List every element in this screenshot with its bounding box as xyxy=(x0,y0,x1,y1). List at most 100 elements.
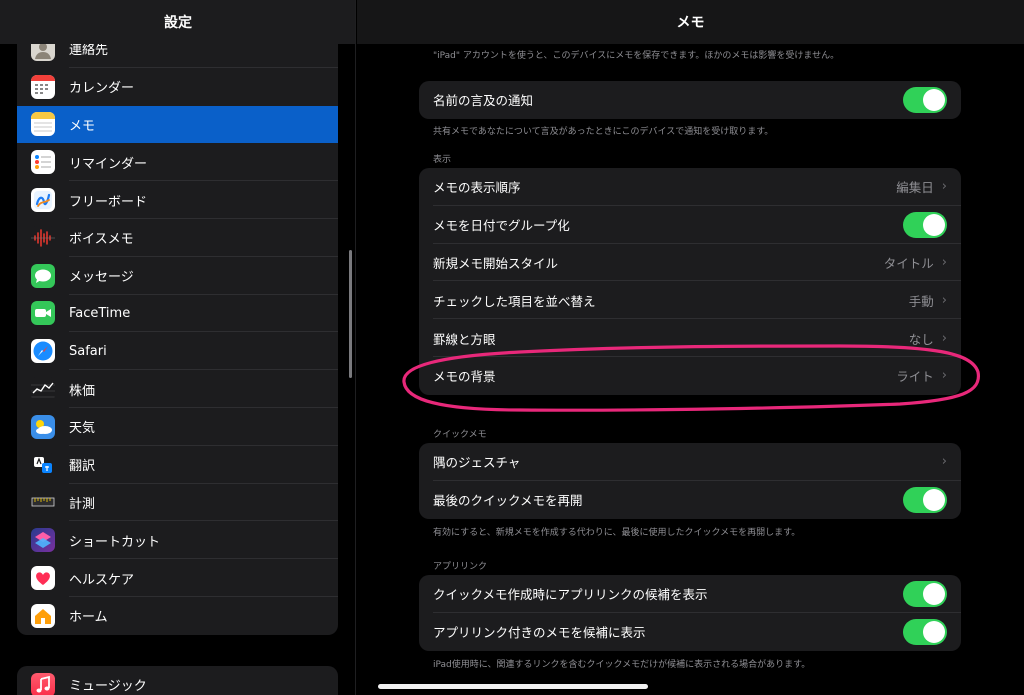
sidebar-item-freeform[interactable]: フリーボード xyxy=(17,181,338,219)
app-links-card: クイックメモ作成時にアプリリンクの候補を表示 アプリリンク付きのメモを候補に表示 xyxy=(419,575,961,651)
suggest-notes-with-app-links-toggle[interactable] xyxy=(903,618,947,645)
sidebar-item-label: ホーム xyxy=(69,610,108,626)
row-label: 罫線と方眼 xyxy=(433,331,496,347)
sidebar-item-voice-memos[interactable]: ボイスメモ xyxy=(17,219,338,257)
row-label: 新規メモ開始スタイル xyxy=(433,255,559,271)
sidebar-item-label: フリーボード xyxy=(69,194,148,210)
shortcuts-icon xyxy=(31,528,55,553)
sidebar-item-music[interactable]: ミュージック xyxy=(17,666,338,695)
sidebar-item-measure[interactable]: 計測 xyxy=(17,484,338,522)
sidebar-item-label: リマインダー xyxy=(69,156,148,172)
measure-icon xyxy=(31,490,55,515)
mention-notification-row[interactable]: 名前の言及の通知 xyxy=(419,81,961,119)
notes-settings-panel: メモ "iPad" アカウントを使うと、このデバイスにメモを保存できます。ほかの… xyxy=(357,0,1024,695)
reminders-icon xyxy=(31,150,55,175)
sidebar-item-label: 計測 xyxy=(69,496,96,512)
sidebar-item-health[interactable]: ヘルスケア xyxy=(17,559,338,597)
row-label: 最後のクイックメモを再開 xyxy=(433,493,583,509)
sidebar-item-label: メッセージ xyxy=(69,270,134,286)
mention-notification-toggle[interactable] xyxy=(903,86,947,113)
sidebar-item-notes[interactable]: メモ xyxy=(17,105,338,144)
chevron-right-icon: › xyxy=(941,292,947,308)
note-background-row[interactable]: メモの背景 ライト › xyxy=(419,357,961,395)
sidebar-item-label: ボイスメモ xyxy=(69,232,134,248)
sidebar-item-safari[interactable]: Safari xyxy=(17,332,338,371)
resume-last-quick-note-toggle[interactable] xyxy=(903,486,947,513)
sidebar-item-home[interactable]: ホーム xyxy=(17,597,338,635)
row-label: メモを日付でグループ化 xyxy=(433,218,570,234)
lines-grids-row[interactable]: 罫線と方眼 なし › xyxy=(419,319,961,357)
sidebar-item-label: メモ xyxy=(69,118,96,134)
freeform-icon xyxy=(31,188,55,213)
messages-icon xyxy=(31,263,55,288)
section-title-quick-note: クイックメモ xyxy=(433,430,487,440)
account-note: "iPad" アカウントを使うと、このデバイスにメモを保存できます。ほかのメモは… xyxy=(433,51,840,61)
row-label: 隅のジェスチャ xyxy=(433,455,521,471)
sort-checked-items-row[interactable]: チェックした項目を並べ替え 手動 › xyxy=(419,281,961,320)
safari-icon xyxy=(31,339,55,364)
notes-icon xyxy=(31,112,55,137)
sidebar-title: 設定 xyxy=(164,15,192,31)
stocks-icon xyxy=(31,377,55,402)
display-card: メモの表示順序 編集日 › メモを日付でグループ化 新規メモ開始スタイル タイト… xyxy=(419,168,961,395)
row-label: アプリリンク付きのメモを候補に表示 xyxy=(433,625,646,641)
health-icon xyxy=(31,566,55,591)
row-label: チェックした項目を並べ替え xyxy=(433,293,596,309)
sidebar-item-label: FaceTime xyxy=(69,305,131,321)
sidebar-item-label: Safari xyxy=(69,343,107,359)
sidebar-item-shortcuts[interactable]: ショートカット xyxy=(17,521,338,560)
row-label: メモの背景 xyxy=(433,369,496,385)
sidebar-item-stocks[interactable]: 株価 xyxy=(17,370,338,408)
sidebar-item-label: 翻訳 xyxy=(69,459,96,475)
sidebar-header: 設定 xyxy=(0,0,355,44)
sidebar-item-messages[interactable]: メッセージ xyxy=(17,257,338,295)
home-icon xyxy=(31,603,55,628)
sidebar-group-media: ミュージック xyxy=(17,666,338,695)
row-value: 手動 xyxy=(908,293,934,309)
group-by-date-row[interactable]: メモを日付でグループ化 xyxy=(419,206,961,244)
home-indicator[interactable] xyxy=(378,684,648,689)
sidebar-item-reminders[interactable]: リマインダー xyxy=(17,143,338,182)
sidebar-item-calendar[interactable]: カレンダー xyxy=(17,68,338,106)
row-value: 編集日 xyxy=(896,180,934,196)
suggest-notes-with-app-links-row[interactable]: アプリリンク付きのメモを候補に表示 xyxy=(419,613,961,651)
facetime-icon xyxy=(31,301,55,326)
sort-order-row[interactable]: メモの表示順序 編集日 › xyxy=(419,168,961,206)
show-app-link-suggestions-toggle[interactable] xyxy=(903,580,947,607)
row-value: なし xyxy=(908,331,934,347)
show-app-link-suggestions-row[interactable]: クイックメモ作成時にアプリリンクの候補を表示 xyxy=(419,575,961,613)
chevron-right-icon: › xyxy=(941,330,947,346)
sidebar-item-facetime[interactable]: FaceTime xyxy=(17,295,338,333)
main-header: メモ xyxy=(357,0,1024,44)
page-title: メモ xyxy=(676,15,705,31)
sidebar-item-translate[interactable]: 翻訳 xyxy=(17,446,338,484)
section-title-display: 表示 xyxy=(433,155,452,165)
chevron-right-icon: › xyxy=(941,368,947,384)
sidebar-item-label: カレンダー xyxy=(69,81,135,97)
mention-card: 名前の言及の通知 xyxy=(419,81,961,119)
corner-gesture-row[interactable]: 隅のジェスチャ › xyxy=(419,443,961,481)
quick-note-card: 隅のジェスチャ › 最後のクイックメモを再開 xyxy=(419,443,961,519)
calendar-icon xyxy=(31,74,55,99)
app-links-footer: iPad使用時に、関連するリンクを含むクイックメモだけが候補に表示される場合があ… xyxy=(433,660,811,670)
mention-footer: 共有メモであなたについて言及があったときにこのデバイスで通知を受け取ります。 xyxy=(433,127,774,137)
sidebar-scrollbar[interactable] xyxy=(349,250,352,378)
group-by-date-toggle[interactable] xyxy=(903,211,947,238)
chevron-right-icon: › xyxy=(941,454,947,470)
row-label: クイックメモ作成時にアプリリンクの候補を表示 xyxy=(433,587,708,603)
music-icon xyxy=(31,672,55,695)
translate-icon xyxy=(31,452,55,477)
sidebar-item-weather[interactable]: 天気 xyxy=(17,408,338,446)
new-note-style-row[interactable]: 新規メモ開始スタイル タイトル › xyxy=(419,244,961,282)
row-value: タイトル xyxy=(883,255,934,271)
resume-last-quick-note-row[interactable]: 最後のクイックメモを再開 xyxy=(419,481,961,519)
voice-memos-icon xyxy=(31,225,55,250)
sidebar-item-label: 株価 xyxy=(69,383,96,399)
quick-note-footer: 有効にすると、新規メモを作成する代わりに、最後に使用したクイックメモを再開します… xyxy=(433,528,801,538)
chevron-right-icon: › xyxy=(941,179,947,195)
row-label: 名前の言及の通知 xyxy=(433,93,534,109)
sidebar-group-apps: 連絡先 カレンダー メモ リマインダー フリーボード ボイスメモ メッセージ F… xyxy=(17,30,338,635)
sidebar-item-label: 天気 xyxy=(69,421,96,437)
row-label: メモの表示順序 xyxy=(433,180,521,196)
sidebar-item-label: ショートカット xyxy=(69,534,161,550)
